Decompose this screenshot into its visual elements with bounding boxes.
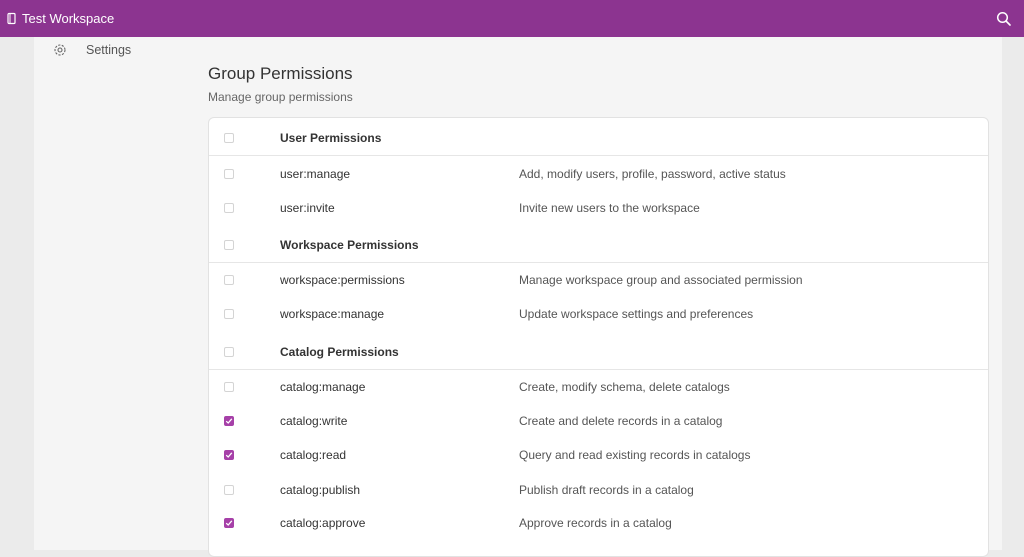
permission-name: catalog:write [280,414,348,428]
group-checkbox-workspace[interactable] [224,240,234,250]
permission-row: user:invite Invite new users to the work… [209,191,988,225]
gear-icon [53,43,67,57]
settings-label: Settings [86,43,132,57]
permission-name: catalog:publish [280,483,361,497]
group-label: Catalog Permissions [280,345,399,359]
permission-description: Update workspace settings and preference… [519,307,754,321]
permission-description: Create and delete records in a catalog [519,414,723,428]
page-subtitle: Manage group permissions [208,90,353,104]
permission-name: catalog:manage [280,380,366,394]
permission-name: user:invite [280,201,335,215]
permission-description: Invite new users to the workspace [519,201,700,215]
book-icon [6,12,18,25]
group-label: User Permissions [280,131,382,145]
workspace-name: Test Workspace [22,11,115,26]
page-title: Group Permissions [208,64,353,83]
permission-row: catalog:approve Approve records in a cat… [209,506,988,540]
permission-name: workspace:permissions [280,273,405,287]
top-bar: Test Workspace [0,0,1024,37]
permission-description: Publish draft records in a catalog [519,483,694,497]
permission-checkbox[interactable] [224,309,234,319]
permission-row: user:manage Add, modify users, profile, … [209,157,988,191]
permission-checkbox[interactable] [224,518,234,528]
permission-checkbox[interactable] [224,416,234,426]
permission-group-row: Catalog Permissions [209,335,988,370]
search-icon[interactable] [996,11,1012,27]
permission-name: catalog:read [280,448,347,462]
permission-checkbox[interactable] [224,382,234,392]
permission-description: Query and read existing records in catal… [519,448,751,462]
permission-name: user:manage [280,167,351,181]
permission-row: catalog:publish Publish draft records in… [209,473,988,507]
permission-checkbox[interactable] [224,169,234,179]
group-checkbox-catalog[interactable] [224,347,234,357]
permission-description: Create, modify schema, delete catalogs [519,380,730,394]
permission-name: workspace:manage [280,307,385,321]
permission-checkbox[interactable] [224,450,234,460]
group-label: Workspace Permissions [280,238,419,252]
sidebar-item-settings[interactable]: Settings [53,43,131,57]
permission-row: catalog:write Create and delete records … [209,404,988,438]
permission-checkbox[interactable] [224,275,234,285]
permission-name: catalog:approve [280,516,366,530]
permission-description: Approve records in a catalog [519,516,672,530]
permission-row: workspace:manage Update workspace settin… [209,297,988,331]
permission-group-row: Workspace Permissions [209,228,988,263]
permission-row: catalog:read Query and read existing rec… [209,438,988,472]
permission-checkbox[interactable] [224,485,234,495]
workspace-brand[interactable]: Test Workspace [6,11,114,26]
group-checkbox-user[interactable] [224,133,234,143]
permission-description: Manage workspace group and associated pe… [519,273,803,287]
permissions-card: User Permissions user:manage Add, modify… [208,117,989,557]
permission-row: workspace:permissions Manage workspace g… [209,263,988,297]
permission-checkbox[interactable] [224,203,234,213]
permission-row: catalog:manage Create, modify schema, de… [209,370,988,404]
permission-description: Add, modify users, profile, password, ac… [519,167,786,181]
permission-group-row: User Permissions [209,121,988,156]
